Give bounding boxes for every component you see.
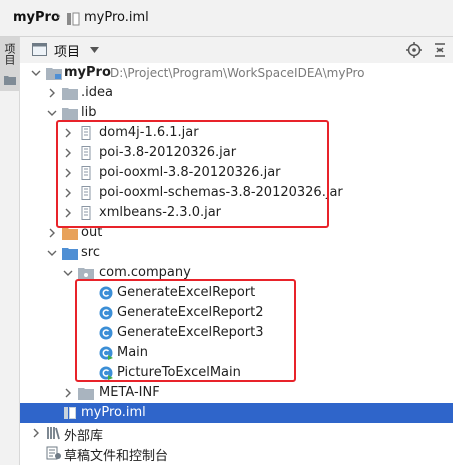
collapse-all-icon[interactable]	[432, 42, 448, 58]
scratches-icon	[46, 446, 61, 460]
chevron-right-icon[interactable]	[30, 427, 42, 439]
tree-label-class: Main	[117, 345, 149, 360]
tree-label-class: GenerateExcelReport	[117, 285, 256, 300]
tree-label-out: out	[81, 225, 103, 240]
tree-row-class[interactable]: Main	[20, 343, 453, 363]
chevron-down-icon[interactable]	[30, 67, 42, 79]
tree-row-class[interactable]: GenerateExcelReport	[20, 283, 453, 303]
module-folder-icon	[46, 68, 62, 80]
tree-label-class: PictureToExcelMain	[117, 365, 241, 380]
tree-label-scratches: 草稿文件和控制台	[64, 449, 169, 464]
tree-label-jar: xmlbeans-2.3.0.jar	[99, 205, 222, 220]
tree-row-class[interactable]: GenerateExcelReport2	[20, 303, 453, 323]
jar-icon	[81, 186, 91, 200]
excluded-folder-icon	[62, 228, 78, 240]
tree-row-class[interactable]: GenerateExcelReport3	[20, 323, 453, 343]
package-icon	[78, 268, 94, 280]
tree-path-root: D:\Project\Program\WorkSpaceIDEA\myPro	[110, 66, 365, 80]
breadcrumb-project[interactable]: myPro	[13, 10, 60, 25]
folder-icon	[62, 88, 78, 100]
main-class-icon	[99, 346, 113, 360]
tree-label-lib: lib	[81, 105, 97, 120]
tree-row-jar[interactable]: poi-3.8-20120326.jar	[20, 143, 453, 163]
locate-icon[interactable]	[406, 42, 422, 58]
tree-label-external-libraries: 外部库	[64, 429, 104, 444]
chevron-right-icon[interactable]	[62, 387, 74, 399]
source-folder-icon	[62, 248, 78, 260]
tree-label-jar: dom4j-1.6.1.jar	[99, 125, 199, 140]
tree-label-jar: poi-3.8-20120326.jar	[99, 145, 237, 160]
chevron-right-icon[interactable]	[62, 147, 74, 159]
tree-label-jar: poi-ooxml-3.8-20120326.jar	[99, 165, 281, 180]
chevron-right-icon[interactable]	[62, 167, 74, 179]
tree-row-lib[interactable]: lib	[20, 103, 453, 123]
chevron-down-icon[interactable]	[46, 107, 58, 119]
tree-label-jar: poi-ooxml-schemas-3.8-20120326.jar	[99, 185, 343, 200]
tree-label-src: src	[81, 245, 100, 260]
tree-row-root[interactable]: myPro D:\Project\Program\WorkSpaceIDEA\m…	[20, 63, 453, 83]
chevron-down-icon[interactable]	[62, 267, 74, 279]
tree-row-package[interactable]: com.company	[20, 263, 453, 283]
tree-row-jar[interactable]: dom4j-1.6.1.jar	[20, 123, 453, 143]
chevron-right-icon[interactable]	[46, 87, 58, 99]
tree-label-root: myPro	[64, 65, 111, 80]
left-tool-strip: 项目	[0, 37, 20, 465]
tree-label-idea: .idea	[81, 85, 113, 100]
tree-label-class: GenerateExcelReport2	[117, 305, 264, 320]
tree-row-scratches[interactable]: 草稿文件和控制台	[20, 443, 453, 464]
jar-icon	[81, 206, 91, 220]
tree-label-package: com.company	[99, 265, 191, 280]
folder-icon	[78, 388, 94, 400]
navigation-bar: myPro › myPro.iml	[0, 0, 453, 37]
project-folder-icon	[4, 76, 16, 85]
breadcrumb-separator: ›	[56, 9, 62, 24]
tree-row-external-libraries[interactable]: 外部库	[20, 423, 453, 444]
chevron-down-icon[interactable]	[90, 47, 99, 53]
chevron-down-icon[interactable]	[46, 247, 58, 259]
library-icon	[47, 427, 60, 440]
tree-row-src[interactable]: src	[20, 243, 453, 263]
project-tab-label: 项目	[3, 43, 16, 65]
folder-icon	[62, 108, 78, 120]
breadcrumb-file[interactable]: myPro.iml	[84, 10, 149, 25]
main-class-icon	[99, 366, 113, 380]
tree-row-out[interactable]: out	[20, 223, 453, 243]
tree-label-meta-inf: META-INF	[99, 385, 160, 400]
project-view-icon	[32, 43, 47, 56]
jar-icon	[81, 166, 91, 180]
tree-label-class: GenerateExcelReport3	[117, 325, 264, 340]
jar-icon	[81, 146, 91, 160]
iml-file-icon	[64, 407, 76, 419]
chevron-right-icon[interactable]	[46, 227, 58, 239]
tree-label-iml: myPro.iml	[81, 405, 146, 420]
iml-file-icon	[67, 12, 80, 26]
class-icon	[99, 306, 113, 320]
tree-row-meta-inf[interactable]: META-INF	[20, 383, 453, 403]
tree-row-idea[interactable]: .idea	[20, 83, 453, 103]
chevron-right-icon[interactable]	[62, 207, 74, 219]
tree-row-class[interactable]: PictureToExcelMain	[20, 363, 453, 383]
project-view-title[interactable]: 项目	[54, 41, 80, 60]
tree-row-jar[interactable]: poi-ooxml-schemas-3.8-20120326.jar	[20, 183, 453, 203]
tree-row-iml[interactable]: myPro.iml	[20, 403, 453, 423]
chevron-right-icon[interactable]	[62, 127, 74, 139]
project-panel-header: 项目	[20, 37, 453, 63]
project-tool-window-tab[interactable]: 项目	[0, 37, 19, 91]
class-icon	[99, 326, 113, 340]
class-icon	[99, 286, 113, 300]
tree-row-jar[interactable]: xmlbeans-2.3.0.jar	[20, 203, 453, 223]
chevron-right-icon[interactable]	[62, 187, 74, 199]
tree-row-jar[interactable]: poi-ooxml-3.8-20120326.jar	[20, 163, 453, 183]
jar-icon	[81, 126, 91, 140]
